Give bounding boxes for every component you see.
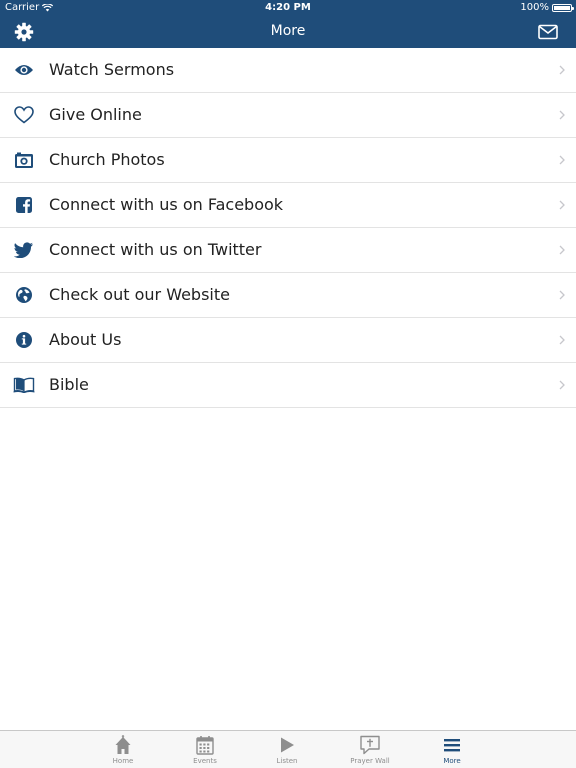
tab-label: More [443, 757, 461, 765]
menu-item-give-online[interactable]: Give Online [0, 93, 576, 138]
menu-item-watch-sermons[interactable]: Watch Sermons [0, 48, 576, 93]
menu-item-label: Check out our Website [49, 285, 230, 304]
twitter-icon [13, 240, 35, 260]
menu-item-label: Give Online [49, 105, 142, 124]
menu-item-twitter[interactable]: Connect with us on Twitter [0, 228, 576, 273]
globe-icon [13, 285, 35, 305]
status-time: 4:20 PM [265, 2, 311, 13]
tab-events[interactable]: Events [170, 734, 240, 768]
menu-item-label: Bible [49, 375, 89, 394]
status-battery: 100% [520, 2, 574, 13]
eye-icon [13, 60, 35, 80]
menu-item-bible[interactable]: Bible [0, 363, 576, 408]
tab-prayer-wall[interactable]: Prayer Wall [335, 734, 405, 768]
tab-more[interactable]: More [417, 734, 487, 768]
battery-fill [554, 5, 570, 10]
menu-item-label: Church Photos [49, 150, 165, 169]
mail-button[interactable] [536, 21, 560, 43]
menu-item-facebook[interactable]: Connect with us on Facebook [0, 183, 576, 228]
menu-icon [444, 739, 460, 752]
tab-label: Listen [276, 757, 298, 765]
tab-listen[interactable]: Listen [252, 734, 322, 768]
prayer-icon [360, 735, 380, 755]
camera-icon [13, 150, 35, 170]
page-title: More [270, 23, 306, 39]
menu-item-website[interactable]: Check out our Website [0, 273, 576, 318]
tab-bar: Home Events Listen Prayer Wall More [0, 730, 576, 768]
chevron-right-icon [559, 200, 565, 210]
book-icon [13, 375, 35, 395]
play-icon [281, 737, 294, 753]
more-menu-list: Watch Sermons Give Online Church Photos [0, 48, 576, 408]
menu-item-label: Connect with us on Facebook [49, 195, 284, 214]
heart-icon [13, 105, 35, 125]
chevron-right-icon [559, 65, 565, 75]
nav-bar: More [0, 16, 576, 48]
mail-icon [538, 24, 558, 40]
menu-item-label: About Us [49, 330, 122, 349]
facebook-icon [13, 195, 35, 215]
status-bar: Carrier 4:20 PM 100% [0, 0, 576, 16]
chevron-right-icon [559, 110, 565, 120]
tab-label: Events [193, 757, 217, 765]
battery-icon [552, 3, 574, 12]
chevron-right-icon [559, 290, 565, 300]
chevron-right-icon [559, 155, 565, 165]
tab-label: Home [112, 757, 134, 765]
tab-label: Prayer Wall [350, 757, 390, 765]
home-icon [115, 735, 131, 754]
menu-item-label: Watch Sermons [49, 60, 175, 79]
menu-item-label: Connect with us on Twitter [49, 240, 262, 259]
menu-item-church-photos[interactable]: Church Photos [0, 138, 576, 183]
calendar-icon [196, 736, 214, 755]
info-icon [13, 330, 35, 350]
header: Carrier 4:20 PM 100% More [0, 0, 576, 48]
chevron-right-icon [559, 245, 565, 255]
chevron-right-icon [559, 380, 565, 390]
menu-item-about-us[interactable]: About Us [0, 318, 576, 363]
tab-home[interactable]: Home [88, 734, 158, 768]
battery-percent: 100% [520, 2, 549, 13]
chevron-right-icon [559, 335, 565, 345]
